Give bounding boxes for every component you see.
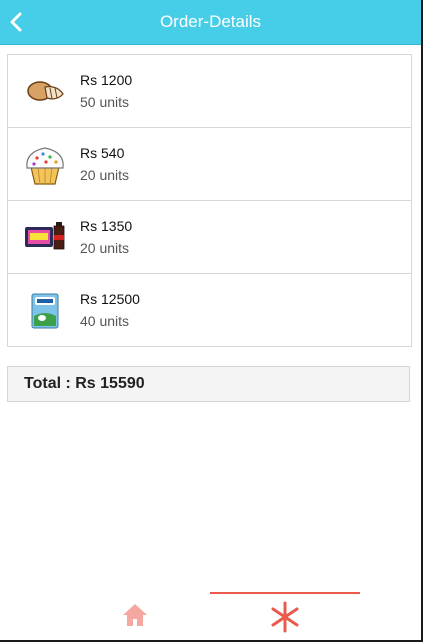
item-units: 50 units <box>80 94 130 110</box>
app-header: Order-Details <box>0 0 421 45</box>
item-price: Rs 540 <box>80 145 125 161</box>
bottom-nav <box>0 585 421 640</box>
chevron-left-icon <box>10 12 22 32</box>
nav-home-button[interactable] <box>112 593 158 637</box>
order-total: Total : Rs 15590 <box>24 375 145 392</box>
home-icon <box>123 604 147 626</box>
asterisk-icon <box>271 601 299 633</box>
milk-pack-icon <box>31 293 59 329</box>
item-price: Rs 12500 <box>80 291 140 307</box>
item-price: Rs 1200 <box>80 72 133 88</box>
item-units: 20 units <box>80 240 130 256</box>
list-item[interactable]: Rs 1350 20 units <box>8 201 411 274</box>
item-units: 40 units <box>80 313 130 329</box>
list-item[interactable]: Rs 12500 40 units <box>8 274 411 347</box>
order-item-list: Rs 1200 50 units Rs 540 20 units Rs 1350… <box>7 54 412 347</box>
item-price: Rs 1350 <box>80 218 133 234</box>
back-button[interactable] <box>0 0 32 44</box>
bread-icon <box>27 81 64 101</box>
nav-active-tab[interactable] <box>210 592 360 640</box>
order-total-bar: Total : Rs 15590 <box>7 366 410 402</box>
snacks-drink-icon <box>25 222 65 250</box>
item-units: 20 units <box>80 167 130 183</box>
list-item[interactable]: Rs 540 20 units <box>8 128 411 201</box>
cupcake-icon <box>26 147 64 185</box>
list-item[interactable]: Rs 1200 50 units <box>8 55 411 128</box>
page-title: Order-Details <box>159 12 262 31</box>
